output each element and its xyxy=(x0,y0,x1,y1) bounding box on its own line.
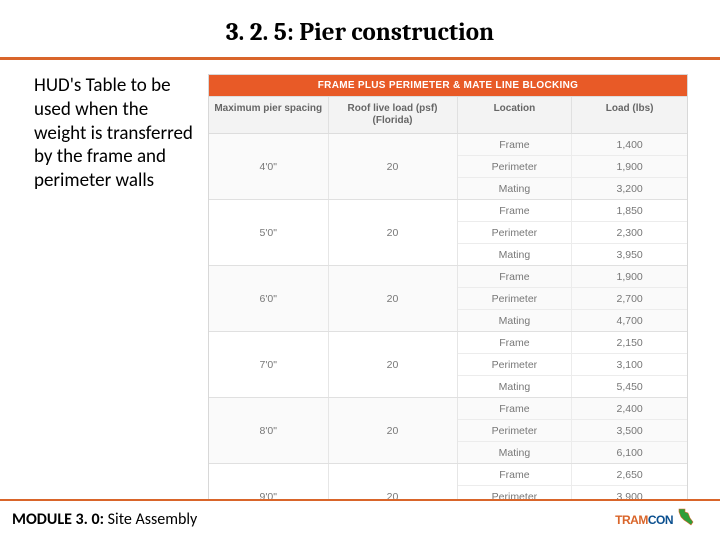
cell-load: 6,100 xyxy=(572,442,687,463)
cell-roofload: 20 xyxy=(329,200,458,265)
footer: MODULE 3. 0: Site Assembly TRAMCON xyxy=(0,499,720,540)
table-group: 7'0"20Frame2,150Perimeter3,100Mating5,45… xyxy=(209,332,687,398)
hud-table: FRAME PLUS PERIMETER & MATE LINE BLOCKIN… xyxy=(208,74,688,531)
table-row: Frame1,400 xyxy=(458,134,687,156)
cell-load: 1,900 xyxy=(572,266,687,287)
cell-load: 3,200 xyxy=(572,178,687,199)
cell-location: Frame xyxy=(458,332,573,353)
page-title: 3. 2. 5: Pier construction xyxy=(0,18,720,47)
florida-icon xyxy=(676,507,696,532)
subrows: Frame1,850Perimeter2,300Mating3,950 xyxy=(458,200,687,265)
cell-spacing: 8'0" xyxy=(209,398,329,463)
cell-location: Mating xyxy=(458,178,573,199)
footer-label: Site Assembly xyxy=(104,510,197,529)
table-row: Mating3,950 xyxy=(458,244,687,265)
cell-location: Mating xyxy=(458,310,573,331)
cell-roofload: 20 xyxy=(329,398,458,463)
cell-location: Mating xyxy=(458,376,573,397)
table-row: Mating6,100 xyxy=(458,442,687,463)
cell-load: 5,450 xyxy=(572,376,687,397)
table-row: Perimeter3,500 xyxy=(458,420,687,442)
cell-roofload: 20 xyxy=(329,266,458,331)
table-row: Frame2,150 xyxy=(458,332,687,354)
table-body: 4'0"20Frame1,400Perimeter1,900Mating3,20… xyxy=(209,134,687,530)
title-area: 3. 2. 5: Pier construction xyxy=(0,0,720,55)
footer-text: MODULE 3. 0: Site Assembly xyxy=(12,510,197,529)
table-header-row: Maximum pier spacing Roof live load (psf… xyxy=(209,96,687,134)
cell-load: 2,650 xyxy=(572,464,687,485)
table-group: 6'0"20Frame1,900Perimeter2,700Mating4,70… xyxy=(209,266,687,332)
table-row: Frame2,400 xyxy=(458,398,687,420)
cell-location: Frame xyxy=(458,266,573,287)
table-row: Perimeter2,700 xyxy=(458,288,687,310)
footer-module: MODULE 3. 0: xyxy=(12,510,104,529)
table-row: Perimeter1,900 xyxy=(458,156,687,178)
cell-location: Frame xyxy=(458,200,573,221)
subrows: Frame1,400Perimeter1,900Mating3,200 xyxy=(458,134,687,199)
table-banner: FRAME PLUS PERIMETER & MATE LINE BLOCKIN… xyxy=(209,75,687,96)
cell-load: 2,400 xyxy=(572,398,687,419)
cell-location: Perimeter xyxy=(458,354,573,375)
table-group: 5'0"20Frame1,850Perimeter2,300Mating3,95… xyxy=(209,200,687,266)
cell-spacing: 6'0" xyxy=(209,266,329,331)
cell-location: Perimeter xyxy=(458,156,573,177)
cell-location: Perimeter xyxy=(458,222,573,243)
tramcon-logo: TRAMCON xyxy=(615,507,696,532)
table-row: Mating4,700 xyxy=(458,310,687,331)
content-row: HUD's Table to be used when the weight i… xyxy=(0,60,720,531)
col-load: Load (lbs) xyxy=(572,97,687,133)
subrows: Frame1,900Perimeter2,700Mating4,700 xyxy=(458,266,687,331)
cell-location: Mating xyxy=(458,244,573,265)
table-row: Frame2,650 xyxy=(458,464,687,486)
cell-location: Mating xyxy=(458,442,573,463)
table-row: Frame1,900 xyxy=(458,266,687,288)
cell-spacing: 4'0" xyxy=(209,134,329,199)
cell-load: 3,100 xyxy=(572,354,687,375)
table-group: 8'0"20Frame2,400Perimeter3,500Mating6,10… xyxy=(209,398,687,464)
cell-location: Frame xyxy=(458,464,573,485)
cell-load: 1,400 xyxy=(572,134,687,155)
table-row: Mating5,450 xyxy=(458,376,687,397)
table-row: Perimeter3,100 xyxy=(458,354,687,376)
table-row: Perimeter2,300 xyxy=(458,222,687,244)
col-location: Location xyxy=(458,97,573,133)
subrows: Frame2,400Perimeter3,500Mating6,100 xyxy=(458,398,687,463)
cell-load: 3,500 xyxy=(572,420,687,441)
table-row: Mating3,200 xyxy=(458,178,687,199)
logo-text: TRAMCON xyxy=(615,513,673,527)
subrows: Frame2,150Perimeter3,100Mating5,450 xyxy=(458,332,687,397)
cell-spacing: 5'0" xyxy=(209,200,329,265)
cell-load: 3,950 xyxy=(572,244,687,265)
cell-location: Frame xyxy=(458,398,573,419)
cell-load: 4,700 xyxy=(572,310,687,331)
table-group: 4'0"20Frame1,400Perimeter1,900Mating3,20… xyxy=(209,134,687,200)
col-roofload: Roof live load (psf) (Florida) xyxy=(329,97,458,133)
cell-load: 2,700 xyxy=(572,288,687,309)
table-row: Frame1,850 xyxy=(458,200,687,222)
col-spacing: Maximum pier spacing xyxy=(209,97,329,133)
caption-text: HUD's Table to be used when the weight i… xyxy=(34,74,194,531)
cell-roofload: 20 xyxy=(329,332,458,397)
cell-location: Perimeter xyxy=(458,288,573,309)
cell-spacing: 7'0" xyxy=(209,332,329,397)
cell-location: Perimeter xyxy=(458,420,573,441)
cell-load: 1,850 xyxy=(572,200,687,221)
cell-location: Frame xyxy=(458,134,573,155)
cell-load: 2,300 xyxy=(572,222,687,243)
cell-load: 1,900 xyxy=(572,156,687,177)
cell-load: 2,150 xyxy=(572,332,687,353)
cell-roofload: 20 xyxy=(329,134,458,199)
